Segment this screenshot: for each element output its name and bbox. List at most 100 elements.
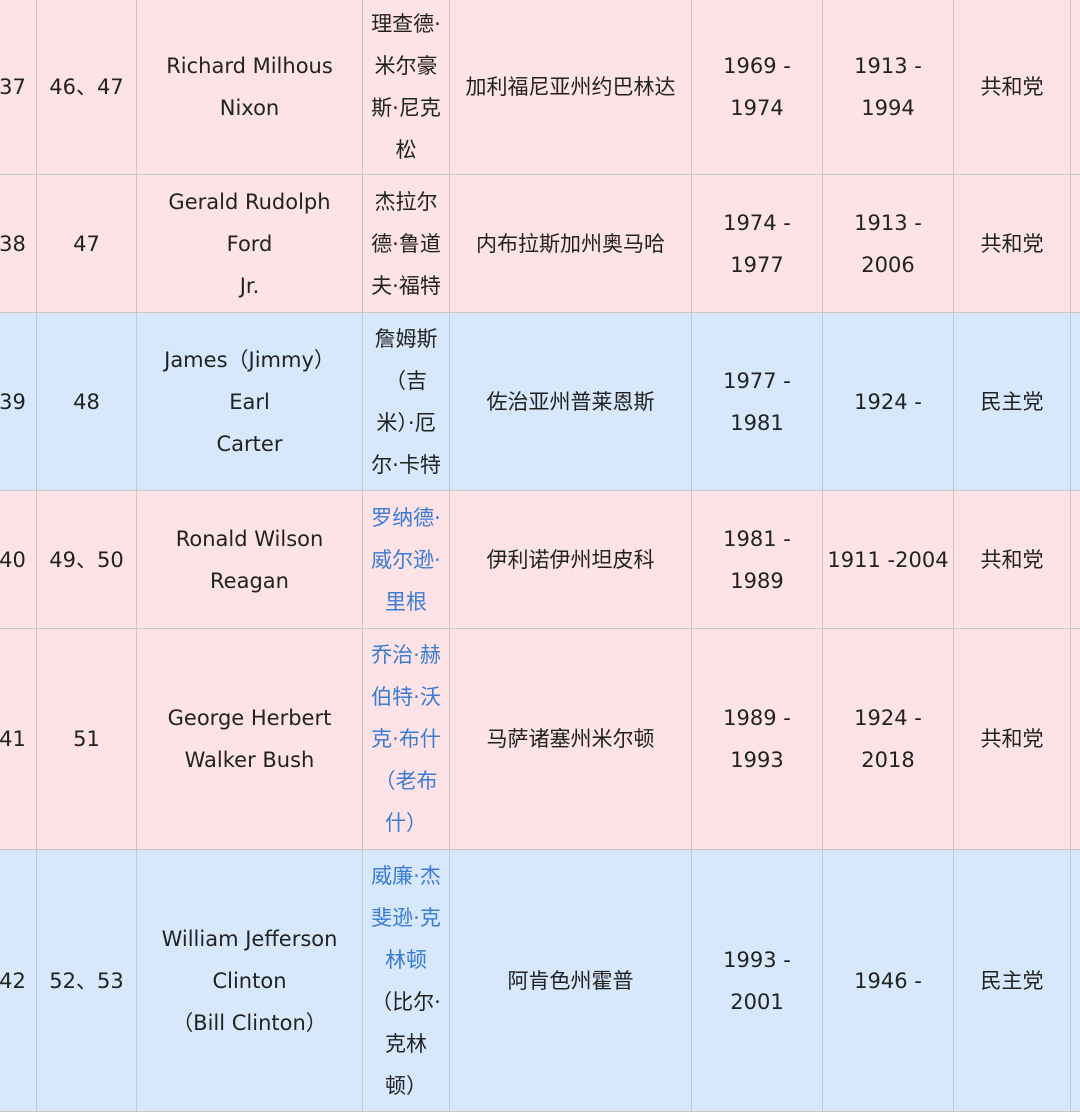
birthplace-cell: 马萨诸塞州米尔顿 xyxy=(450,629,692,850)
chinese-name-cell: 詹姆斯（吉米）·厄尔·卡特 xyxy=(363,313,450,491)
lifespan-cell: 1911 -2004 xyxy=(823,491,954,629)
presidents-table: 3746、47Richard MilhousNixon理查德·米尔豪斯·尼克松加… xyxy=(0,0,1080,1112)
chinese-name-link[interactable]: 斐逊·克 xyxy=(369,897,443,939)
lifespan-line: 1913 - 2006 xyxy=(827,202,949,286)
chinese-name-link[interactable]: 里根 xyxy=(369,581,443,623)
english-name-cell: Ronald WilsonReagan xyxy=(137,491,363,629)
english-name-line: William Jefferson xyxy=(145,918,354,960)
chinese-name-line: 松 xyxy=(369,129,443,171)
tenure-cell: 1977 - 1981 xyxy=(692,313,823,491)
table-row: 4151George HerbertWalker Bush乔治·赫伯特·沃克·布… xyxy=(0,629,1080,850)
english-name-cell: George HerbertWalker Bush xyxy=(137,629,363,850)
party-cell: 民主党 xyxy=(954,850,1071,1112)
president-number-cell: 37 xyxy=(0,0,37,175)
english-name-line: Gerald Rudolph Ford xyxy=(145,181,354,265)
tenure-cell: 1969 - 1974 xyxy=(692,0,823,175)
chinese-name-link[interactable]: 林顿 xyxy=(369,939,443,981)
english-name-line: Carter xyxy=(145,423,354,465)
next-column-cell xyxy=(1071,850,1080,1112)
english-name-line: Jr. xyxy=(145,265,354,307)
chinese-name-line: （比尔· xyxy=(369,981,443,1023)
party-cell: 共和党 xyxy=(954,175,1071,313)
lifespan-cell: 1924 -2018 xyxy=(823,629,954,850)
english-name-line: （Bill Clinton） xyxy=(145,1002,354,1044)
tenure-cell: 1981 - 1989 xyxy=(692,491,823,629)
chinese-name-line: 杰拉尔 xyxy=(369,181,443,223)
chinese-name-link[interactable]: （老布 xyxy=(369,760,443,802)
term-cell: 47 xyxy=(37,175,137,313)
table-row: 4049、50Ronald WilsonReagan罗纳德·威尔逊·里根伊利诺伊… xyxy=(0,491,1080,629)
chinese-name-cell: 罗纳德·威尔逊·里根 xyxy=(363,491,450,629)
lifespan-line: 1913 - 1994 xyxy=(827,45,949,129)
chinese-name-line: （吉 xyxy=(369,360,443,402)
tenure-cell: 1974 - 1977 xyxy=(692,175,823,313)
party-cell: 共和党 xyxy=(954,629,1071,850)
chinese-name-link[interactable]: 乔治·赫 xyxy=(369,634,443,676)
chinese-name-link[interactable]: 伯特·沃 xyxy=(369,676,443,718)
chinese-name-line: 理查德· xyxy=(369,3,443,45)
chinese-name-line: 夫·福特 xyxy=(369,265,443,307)
english-name-cell: James（Jimmy） EarlCarter xyxy=(137,313,363,491)
lifespan-line: 2018 xyxy=(827,739,949,781)
chinese-name-line: 斯·尼克 xyxy=(369,87,443,129)
party-cell: 共和党 xyxy=(954,491,1071,629)
term-cell: 51 xyxy=(37,629,137,850)
president-number-cell: 40 xyxy=(0,491,37,629)
chinese-name-link[interactable]: 克·布什 xyxy=(369,718,443,760)
table-row: 4252、53William JeffersonClinton（Bill Cli… xyxy=(0,850,1080,1112)
tenure-cell: 1993 - 2001 xyxy=(692,850,823,1112)
english-name-line: Richard Milhous xyxy=(145,45,354,87)
birthplace-cell: 加利福尼亚州约巴林达 xyxy=(450,0,692,175)
chinese-name-cell: 理查德·米尔豪斯·尼克松 xyxy=(363,0,450,175)
english-name-line: Clinton xyxy=(145,960,354,1002)
chinese-name-link[interactable]: 罗纳德· xyxy=(369,497,443,539)
term-cell: 52、53 xyxy=(37,850,137,1112)
table-row: 3746、47Richard MilhousNixon理查德·米尔豪斯·尼克松加… xyxy=(0,0,1080,175)
chinese-name-link[interactable]: 威尔逊· xyxy=(369,539,443,581)
english-name-cell: Richard MilhousNixon xyxy=(137,0,363,175)
lifespan-line: 1924 - xyxy=(827,381,949,423)
chinese-name-line: 尔·卡特 xyxy=(369,444,443,486)
next-column-cell xyxy=(1071,491,1080,629)
tenure-cell: 1989 - 1993 xyxy=(692,629,823,850)
table-row: 3847Gerald Rudolph FordJr.杰拉尔德·鲁道夫·福特内布拉… xyxy=(0,175,1080,313)
chinese-name-line: 顿） xyxy=(369,1065,443,1107)
birthplace-cell: 伊利诺伊州坦皮科 xyxy=(450,491,692,629)
english-name-cell: William JeffersonClinton（Bill Clinton） xyxy=(137,850,363,1112)
lifespan-cell: 1924 - xyxy=(823,313,954,491)
party-cell: 民主党 xyxy=(954,313,1071,491)
table-row: 3948James（Jimmy） EarlCarter詹姆斯（吉米）·厄尔·卡特… xyxy=(0,313,1080,491)
term-cell: 48 xyxy=(37,313,137,491)
lifespan-cell: 1913 - 1994 xyxy=(823,0,954,175)
english-name-line: Ronald Wilson xyxy=(145,518,354,560)
next-column-cell xyxy=(1071,175,1080,313)
birthplace-cell: 阿肯色州霍普 xyxy=(450,850,692,1112)
lifespan-line: 1911 -2004 xyxy=(827,539,949,581)
chinese-name-link[interactable]: 威廉·杰 xyxy=(369,855,443,897)
chinese-name-line: 詹姆斯 xyxy=(369,318,443,360)
birthplace-cell: 内布拉斯加州奥马哈 xyxy=(450,175,692,313)
chinese-name-cell: 威廉·杰斐逊·克林顿（比尔·克林顿） xyxy=(363,850,450,1112)
term-cell: 46、47 xyxy=(37,0,137,175)
president-number-cell: 42 xyxy=(0,850,37,1112)
chinese-name-line: 米）·厄 xyxy=(369,402,443,444)
president-number-cell: 38 xyxy=(0,175,37,313)
lifespan-cell: 1946 - xyxy=(823,850,954,1112)
chinese-name-cell: 乔治·赫伯特·沃克·布什（老布什） xyxy=(363,629,450,850)
english-name-cell: Gerald Rudolph FordJr. xyxy=(137,175,363,313)
chinese-name-link[interactable]: 什） xyxy=(369,802,443,844)
lifespan-line: 1946 - xyxy=(827,960,949,1002)
english-name-line: George Herbert xyxy=(145,697,354,739)
chinese-name-line: 克林 xyxy=(369,1023,443,1065)
term-cell: 49、50 xyxy=(37,491,137,629)
next-column-cell xyxy=(1071,0,1080,175)
next-column-cell xyxy=(1071,313,1080,491)
chinese-name-line: 德·鲁道 xyxy=(369,223,443,265)
president-number-cell: 41 xyxy=(0,629,37,850)
next-column-cell xyxy=(1071,629,1080,850)
english-name-line: Nixon xyxy=(145,87,354,129)
birthplace-cell: 佐治亚州普莱恩斯 xyxy=(450,313,692,491)
chinese-name-line: 米尔豪 xyxy=(369,45,443,87)
president-number-cell: 39 xyxy=(0,313,37,491)
english-name-line: James（Jimmy） Earl xyxy=(145,339,354,423)
